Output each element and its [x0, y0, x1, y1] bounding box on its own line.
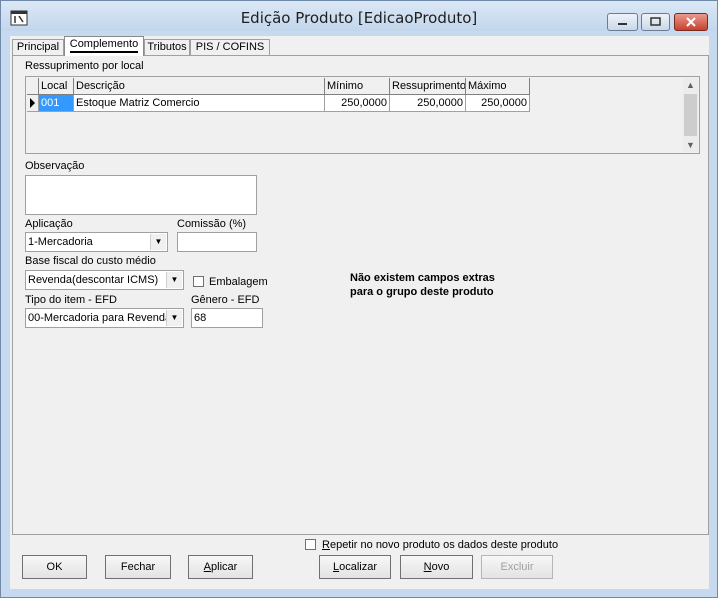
maximize-icon: [650, 17, 661, 26]
close-button[interactable]: [674, 13, 708, 31]
tab-label: Principal: [16, 41, 60, 53]
embalagem-checkbox[interactable]: [193, 276, 204, 287]
row-pointer-icon: [30, 98, 35, 108]
tab-label: PIS / COFINS: [195, 41, 265, 53]
column-header-ressuprimento[interactable]: Ressuprimento: [390, 78, 466, 95]
tipo-item-select[interactable]: 00-Mercadoria para Revenda ▼: [25, 308, 184, 328]
novo-text: ovo: [431, 561, 450, 573]
row-indicator: [27, 95, 39, 112]
genero-label: Gênero - EFD: [191, 294, 260, 306]
tab-pis-cofins[interactable]: PIS / COFINS: [190, 39, 270, 55]
scroll-up-icon[interactable]: ▲: [683, 78, 698, 92]
cell-ressuprimento[interactable]: 250,0000: [390, 95, 466, 112]
novo-button[interactable]: Novo: [400, 555, 473, 579]
chevron-down-icon[interactable]: ▼: [166, 272, 182, 288]
tab-principal[interactable]: Principal: [12, 39, 64, 55]
excluir-button[interactable]: Excluir: [481, 555, 553, 579]
scroll-thumb[interactable]: [684, 94, 697, 136]
chevron-down-icon[interactable]: ▼: [150, 234, 166, 250]
cell-maximo[interactable]: 250,0000: [466, 95, 530, 112]
aplicar-accesskey: A: [203, 561, 212, 573]
fechar-button[interactable]: Fechar: [105, 555, 171, 579]
comissao-input[interactable]: [177, 232, 257, 252]
tab-complemento[interactable]: Complemento: [64, 36, 144, 56]
aplicacao-label: Aplicação: [25, 218, 73, 230]
column-header-local[interactable]: Local: [39, 78, 74, 95]
close-icon: [686, 17, 696, 27]
aplicar-button[interactable]: Aplicar: [188, 555, 253, 579]
title-bar[interactable]: Edição Produto [EdicaoProduto]: [1, 1, 717, 31]
column-header-maximo[interactable]: Máximo: [466, 78, 530, 95]
repeat-data-label[interactable]: Repetir no novo produto os dados deste p…: [322, 539, 558, 551]
replenishment-label: Ressuprimento por local: [25, 60, 144, 72]
minimize-button[interactable]: [607, 13, 638, 31]
grid-indicator-header: [27, 78, 39, 95]
extras-message-line1: Não existem campos extras: [350, 272, 495, 284]
dialog-client-area: Principal Complemento Tributos PIS / COF…: [10, 36, 709, 589]
replenishment-grid[interactable]: Local Descrição Mínimo Ressuprimento Máx…: [25, 76, 700, 154]
tipo-item-value: 00-Mercadoria para Revenda: [28, 312, 172, 324]
chevron-down-icon[interactable]: ▼: [166, 310, 182, 326]
cell-descricao[interactable]: Estoque Matriz Comercio: [74, 95, 325, 112]
edicao-produto-window: Edição Produto [EdicaoProduto] Principal…: [0, 0, 718, 598]
cell-local[interactable]: 001: [39, 95, 74, 112]
observacao-label: Observação: [25, 160, 85, 172]
base-fiscal-value: Revenda(descontar ICMS): [28, 274, 159, 286]
repeat-data-accesskey: R: [322, 539, 330, 551]
repeat-data-text: epetir no novo produto os dados deste pr…: [329, 539, 559, 551]
aplicacao-select[interactable]: 1-Mercadoria ▼: [25, 232, 168, 252]
comissao-label: Comissão (%): [177, 218, 247, 230]
grid-vertical-scrollbar[interactable]: ▲ ▼: [683, 78, 698, 152]
base-fiscal-select[interactable]: Revenda(descontar ICMS) ▼: [25, 270, 184, 290]
aplicacao-value: 1-Mercadoria: [28, 236, 93, 248]
cell-minimo[interactable]: 250,0000: [325, 95, 390, 112]
localizar-button[interactable]: Localizar: [319, 555, 391, 579]
tab-label: Complemento: [69, 38, 139, 53]
tab-tributos[interactable]: Tributos: [144, 39, 190, 55]
column-header-minimo[interactable]: Mínimo: [325, 78, 390, 95]
aplicar-text: plicar: [211, 561, 238, 573]
ok-button[interactable]: OK: [22, 555, 87, 579]
complemento-panel: Ressuprimento por local Local Descrição …: [12, 55, 709, 535]
column-header-descricao[interactable]: Descrição: [74, 78, 325, 95]
tab-label: Tributos: [147, 41, 187, 53]
localizar-text: ocalizar: [339, 561, 378, 573]
minimize-icon: [618, 23, 627, 25]
tipo-item-label: Tipo do item - EFD: [25, 294, 117, 306]
repeat-data-checkbox[interactable]: [305, 539, 316, 550]
extras-message-line2: para o grupo deste produto: [350, 286, 494, 298]
observacao-textarea[interactable]: [25, 175, 257, 215]
novo-accesskey: N: [423, 561, 432, 573]
embalagem-label[interactable]: Embalagem: [209, 276, 268, 288]
base-fiscal-label: Base fiscal do custo médio: [25, 255, 156, 267]
maximize-button[interactable]: [641, 13, 670, 31]
scroll-down-icon[interactable]: ▼: [683, 138, 698, 152]
genero-input[interactable]: 68: [191, 308, 263, 328]
